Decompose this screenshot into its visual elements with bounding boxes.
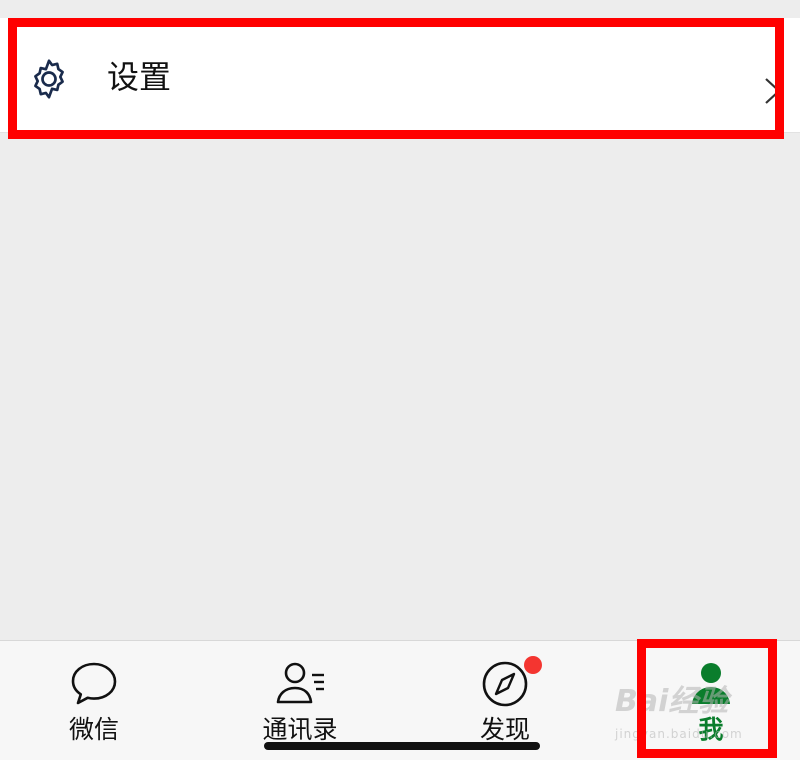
chevron-right-icon (765, 78, 781, 104)
settings-label: 设置 (107, 58, 172, 96)
contacts-icon (276, 662, 324, 704)
top-strip (0, 0, 800, 18)
notification-badge (524, 656, 542, 674)
tab-me[interactable]: 我 (636, 641, 786, 760)
tab-label-chats: 微信 (68, 715, 119, 744)
tab-label-me: 我 (698, 715, 724, 744)
gear-icon (34, 59, 64, 99)
tab-chats[interactable]: 微信 (19, 641, 169, 760)
home-indicator (264, 742, 540, 750)
person-icon (692, 663, 730, 704)
chat-bubble-icon (71, 662, 117, 705)
settings-row[interactable]: 设置 (0, 18, 800, 133)
